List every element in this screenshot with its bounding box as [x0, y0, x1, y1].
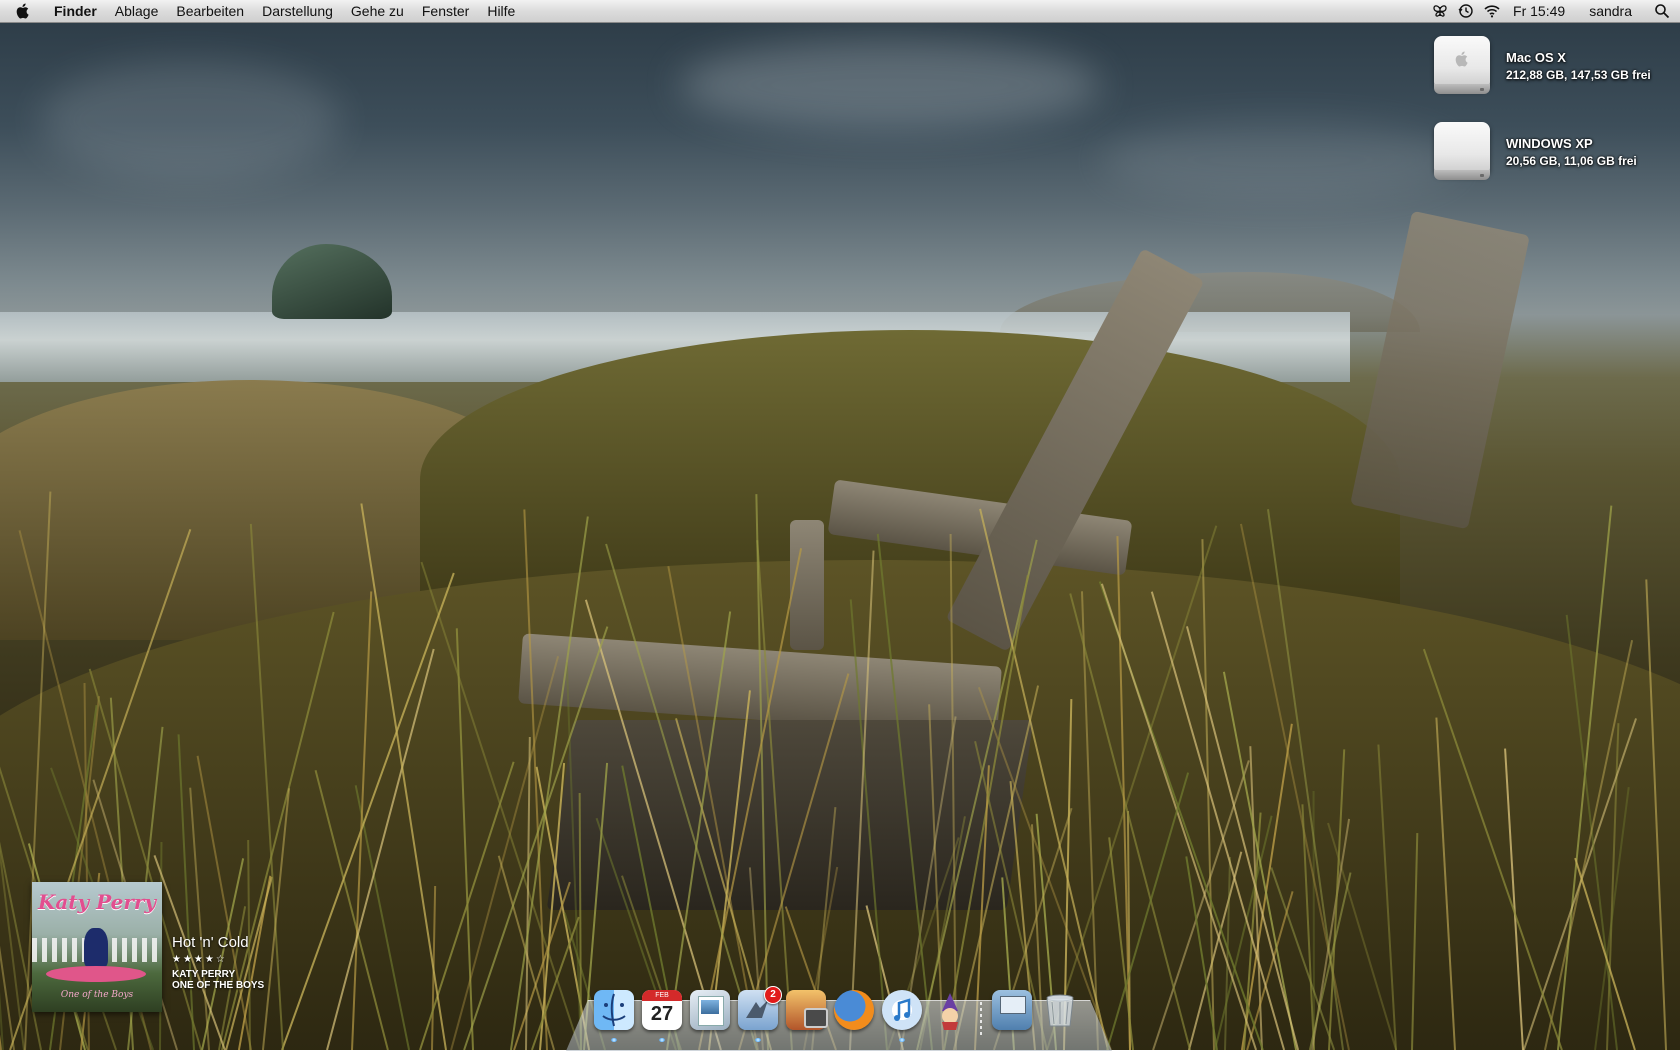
now-playing-widget: Katy Perry One of the Boys Hot 'n' Cold … [32, 882, 282, 1042]
dock-firefox[interactable] [830, 990, 878, 1038]
dock-iphoto[interactable] [782, 990, 830, 1038]
menu-darstellung[interactable]: Darstellung [253, 0, 342, 22]
dock-itunes[interactable] [878, 990, 926, 1042]
album-cover[interactable]: Katy Perry One of the Boys [32, 882, 162, 1012]
applications-stack-icon [992, 990, 1032, 1030]
calendar-month: FEB [642, 990, 682, 1001]
hard-drive-icon [1430, 32, 1494, 98]
menu-bearbeiten[interactable]: Bearbeiten [167, 0, 253, 22]
dock-applications-stack[interactable] [988, 990, 1036, 1038]
dock-mail[interactable]: 2 [734, 986, 782, 1042]
dock-separator [974, 990, 988, 1038]
finder-icon [594, 990, 634, 1030]
dock: FEB 27 2 [590, 986, 1090, 1050]
wizard-icon [930, 990, 970, 1030]
dock-trash[interactable] [1036, 990, 1084, 1038]
menu-fenster[interactable]: Fenster [413, 0, 478, 22]
volume-mac-os-x[interactable]: Mac OS X 212,88 GB, 147,53 GB frei [1430, 32, 1670, 102]
firefox-icon [834, 990, 874, 1030]
dock-wizard[interactable] [926, 990, 974, 1038]
song-rating[interactable]: ★★★★☆ [172, 954, 264, 965]
hard-drive-icon [1430, 118, 1494, 184]
menu-ablage[interactable]: Ablage [106, 0, 168, 22]
song-title: Hot 'n' Cold [172, 934, 249, 951]
preview-icon [690, 990, 730, 1030]
dock-ical[interactable]: FEB 27 [638, 990, 686, 1042]
wifi-icon[interactable] [1479, 0, 1505, 22]
menu-hilfe[interactable]: Hilfe [478, 0, 524, 22]
iphoto-icon [786, 990, 828, 1030]
trash-icon [1040, 990, 1080, 1030]
album-artist-logo: Katy Perry [37, 890, 157, 914]
volume-info: 212,88 GB, 147,53 GB frei [1506, 68, 1651, 82]
album-cover-title: One of the Boys [60, 990, 134, 1000]
menu-extras: Fr 15:49 sandra [1427, 0, 1680, 22]
menu-bar: Finder Ablage Bearbeiten Darstellung Geh… [0, 0, 1680, 23]
song-artist: KATY PERRY [172, 969, 236, 980]
apple-menu-icon[interactable] [0, 0, 46, 22]
butterfly-icon[interactable] [1427, 0, 1453, 22]
menu-gehe-zu[interactable]: Gehe zu [342, 0, 413, 22]
track-info: Hot 'n' Cold ★★★★☆ KATY PERRY ONE OF THE… [172, 934, 264, 991]
menu-user[interactable]: sandra [1577, 3, 1644, 19]
volume-windows-xp[interactable]: WINDOWS XP 20,56 GB, 11,06 GB frei [1430, 118, 1670, 188]
dock-finder[interactable] [590, 990, 638, 1042]
calendar-icon: FEB 27 [642, 990, 682, 1030]
volume-info: 20,56 GB, 11,06 GB frei [1506, 154, 1637, 168]
spotlight-icon[interactable] [1644, 0, 1680, 22]
time-machine-icon[interactable] [1453, 0, 1479, 22]
mail-badge: 2 [764, 986, 782, 1004]
menu-clock[interactable]: Fr 15:49 [1505, 3, 1577, 19]
song-album: ONE OF THE BOYS [172, 980, 265, 991]
volume-name: WINDOWS XP [1506, 136, 1593, 151]
dock-preview[interactable] [686, 990, 734, 1038]
itunes-icon [882, 990, 922, 1030]
volume-name: Mac OS X [1506, 50, 1566, 65]
calendar-day: 27 [650, 1003, 674, 1025]
menu-finder[interactable]: Finder [46, 0, 106, 22]
